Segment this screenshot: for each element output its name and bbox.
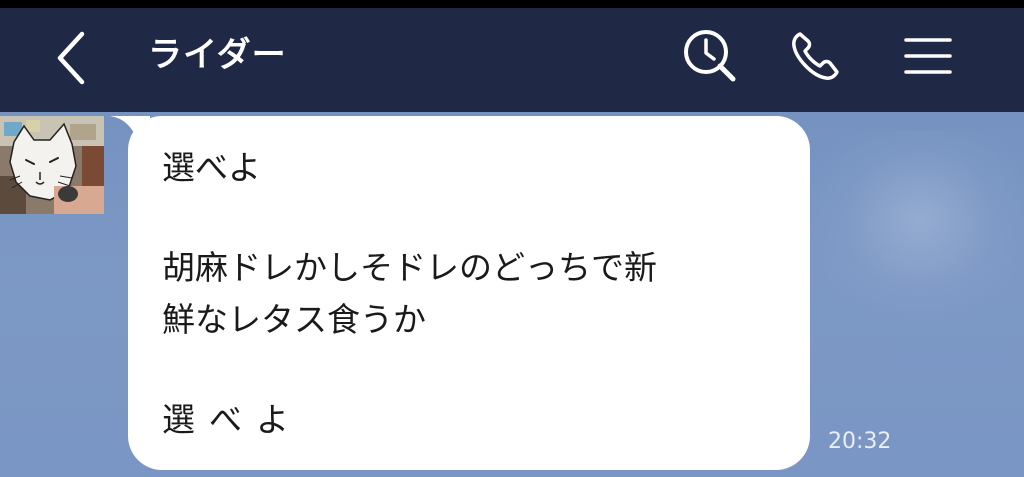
menu-icon (904, 38, 952, 74)
message-line: 胡麻ドレかしそドレのどっちで新 (162, 248, 657, 287)
search-clock-icon (684, 30, 736, 82)
chat-header: ライダー (0, 8, 1024, 112)
status-strip (0, 0, 1024, 8)
message-line: 選べよ (162, 400, 303, 439)
phone-icon (792, 32, 839, 80)
call-button[interactable] (786, 26, 846, 86)
chat-screen: ライダー 選べよ 胡麻ドレかしそドレのどっちで新 鮮なレタス食うか 選べよ 20… (0, 0, 1024, 477)
message-line: 鮮なレタス食うか (162, 300, 426, 339)
search-button[interactable] (680, 26, 740, 86)
avatar[interactable] (0, 116, 104, 214)
menu-button[interactable] (898, 26, 958, 86)
background-cloud (800, 130, 1024, 330)
message-timestamp: 20:32 (828, 429, 892, 454)
chat-title: ライダー (148, 35, 287, 75)
chevron-left-icon (57, 31, 85, 85)
avatar-image (0, 116, 104, 214)
message-line: 選べよ (162, 148, 261, 187)
back-button[interactable] (44, 28, 104, 88)
